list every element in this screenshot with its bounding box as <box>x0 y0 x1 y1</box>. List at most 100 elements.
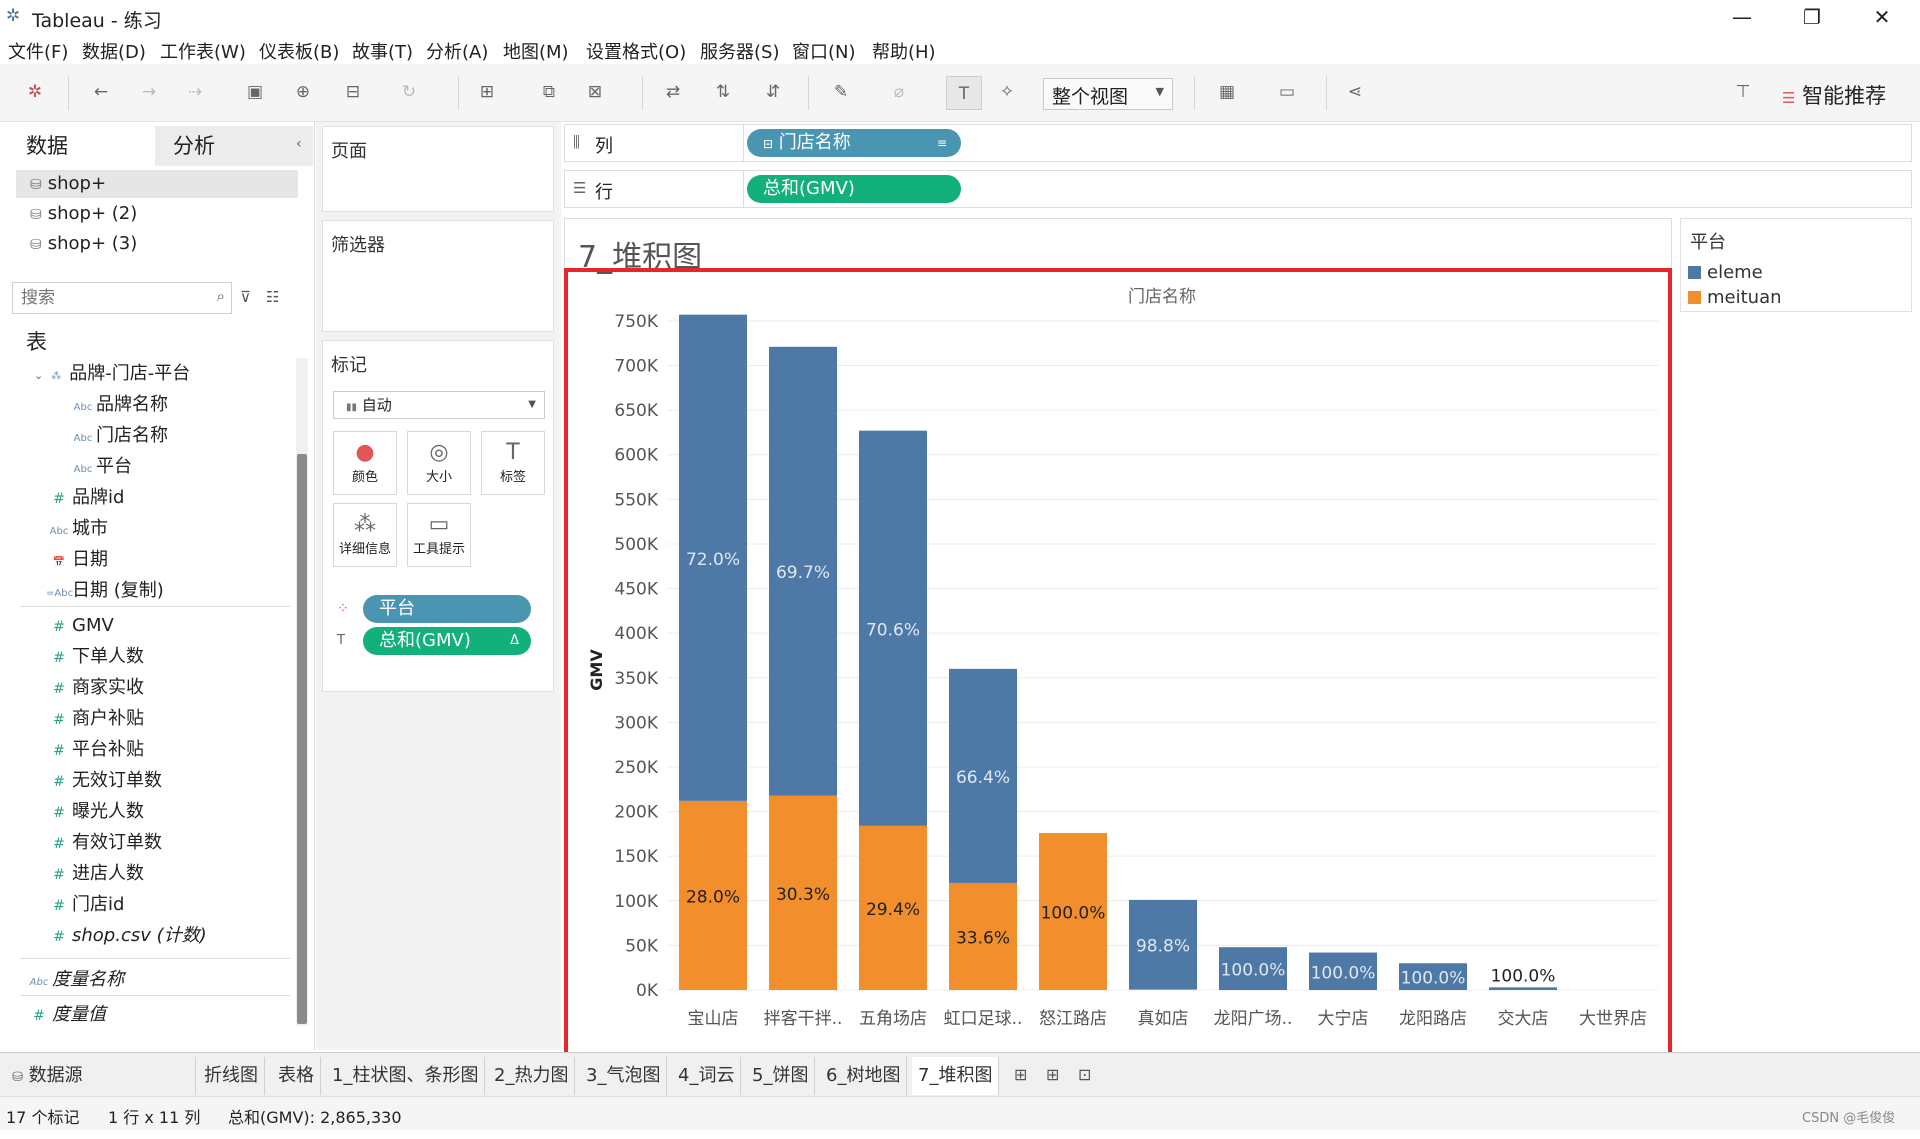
hierarchy-item[interactable]: ⌄ ⁂ 品牌-门店-平台 <box>34 360 190 388</box>
columns-shelf[interactable]: ⫼ 列 ⊟ 门店名称 ≡ <box>564 124 1912 162</box>
swap-icon[interactable]: ⇄ <box>662 81 684 103</box>
new-worksheet-icon[interactable]: ⊞ <box>476 81 498 103</box>
new-story-icon[interactable]: ⊡ <box>1078 1065 1091 1084</box>
color-platform-pill[interactable]: 平台 <box>363 595 531 623</box>
maximize-button[interactable]: ❐ <box>1782 2 1842 32</box>
detail-button[interactable]: ⁂ 详细信息 <box>333 503 397 567</box>
show-me-button[interactable]: ☰ 智能推荐 <box>1782 80 1886 110</box>
datasource-item[interactable]: ⛁ shop+ <box>16 170 298 198</box>
tab-sheet[interactable]: 5_饼图 <box>746 1057 816 1095</box>
measure-field-item[interactable]: # 平台补贴 <box>46 736 144 764</box>
menu-map[interactable]: 地图(M) <box>503 38 569 64</box>
clear-sheet-icon[interactable]: ⊠ <box>584 81 606 103</box>
view-mode-select[interactable]: 整个视图 ▼ <box>1043 78 1173 110</box>
new-dashboard-icon[interactable]: ⊞ <box>1046 1065 1059 1084</box>
presentation-icon[interactable]: ▭ <box>1276 81 1298 103</box>
tableau-home-icon[interactable]: ✲ <box>24 81 46 103</box>
measure-field-item[interactable]: # 无效订单数 <box>46 767 162 795</box>
menu-story[interactable]: 故事(T) <box>352 38 413 64</box>
pause-update-icon[interactable]: ⊟ <box>342 81 364 103</box>
field-item[interactable]: 📅 日期 <box>46 546 108 574</box>
menu-help[interactable]: 帮助(H) <box>872 38 936 64</box>
tab-sheet[interactable]: 3_气泡图 <box>580 1057 668 1095</box>
field-item[interactable]: # 品牌id <box>46 484 124 512</box>
redo-icon[interactable]: → <box>138 81 160 103</box>
measure-field-item[interactable]: # GMV <box>46 612 114 640</box>
sort-descending-icon[interactable]: ⇵ <box>762 81 784 103</box>
tab-sheet[interactable]: 4_词云 <box>672 1057 742 1095</box>
show-cards-icon[interactable]: ▦ <box>1216 81 1238 103</box>
measure-field-item[interactable]: # 商户补贴 <box>46 705 144 733</box>
refresh-icon[interactable]: ↻ <box>398 81 420 103</box>
menu-server[interactable]: 服务器(S) <box>700 38 779 64</box>
menu-file[interactable]: 文件(F) <box>8 38 68 64</box>
color-button[interactable]: ● 颜色 <box>333 431 397 495</box>
measure-field-item[interactable]: # 有效订单数 <box>46 829 162 857</box>
field-item[interactable]: =Abc日期 (复制) <box>46 577 164 605</box>
field-item[interactable]: Abc 城市 <box>46 515 108 543</box>
save-icon[interactable]: ▣ <box>244 81 266 103</box>
tab-sheet[interactable]: 1_柱状图、条形图 <box>326 1057 486 1095</box>
menu-dashboard[interactable]: 仪表板(B) <box>259 38 339 64</box>
field-item[interactable]: Abc 平台 <box>70 453 132 481</box>
menu-data[interactable]: 数据(D) <box>82 38 146 64</box>
size-button[interactable]: ◎ 大小 <box>407 431 471 495</box>
new-datasource-icon[interactable]: ⊕ <box>292 81 314 103</box>
measure-field-item[interactable]: # 曝光人数 <box>46 798 144 826</box>
tab-analysis[interactable]: 分析 <box>155 126 313 166</box>
tooltip-button[interactable]: ▭ 工具提示 <box>407 503 471 567</box>
rows-shelf[interactable]: ☰ 行 总和(GMV) <box>564 170 1912 208</box>
close-button[interactable]: ✕ <box>1852 2 1912 32</box>
menu-window[interactable]: 窗口(N) <box>792 38 856 64</box>
minimize-button[interactable]: — <box>1712 2 1772 32</box>
measure-field-item[interactable]: # 门店id <box>46 891 124 919</box>
field-item[interactable]: Abc 度量名称 <box>26 966 124 994</box>
measure-field-item[interactable]: # shop.csv (计数) <box>46 922 207 950</box>
group-icon[interactable]: ⌀ <box>888 81 910 103</box>
view-options-icon[interactable]: ☷ <box>266 288 279 306</box>
field-item[interactable]: Abc 门店名称 <box>70 422 168 450</box>
show-labels-icon[interactable]: T <box>946 76 982 110</box>
field-name: 商家实收 <box>72 677 144 698</box>
pin-axes-icon[interactable]: ✧ <box>996 81 1018 103</box>
measure-field-item[interactable]: # 进店人数 <box>46 860 144 888</box>
label-gmv-pill[interactable]: 总和(GMV) Δ <box>363 627 531 655</box>
datasource-item[interactable]: ⛁ shop+ (2) <box>16 200 298 228</box>
tab-sheet[interactable]: 表格 <box>272 1057 321 1095</box>
tab-datasource[interactable]: ⛁ 数据源 <box>6 1057 196 1095</box>
filter-icon[interactable]: ⊽ <box>240 288 251 306</box>
sort-ascending-icon[interactable]: ⇅ <box>712 81 734 103</box>
menu-format[interactable]: 设置格式(O) <box>586 38 686 64</box>
field-item[interactable]: # 度量值 <box>26 1001 106 1029</box>
menu-worksheet[interactable]: 工作表(W) <box>160 38 246 64</box>
mark-type-select[interactable]: ▮▮ 自动 ▼ <box>333 391 545 419</box>
share-icon[interactable]: ⋖ <box>1344 81 1366 103</box>
collapse-pane-icon[interactable]: ‹ <box>296 136 302 152</box>
search-input[interactable] <box>13 283 203 313</box>
measure-field-item[interactable]: # 下单人数 <box>46 643 144 671</box>
highlight-icon[interactable]: ✎ <box>830 81 852 103</box>
menu-analysis[interactable]: 分析(A) <box>426 38 488 64</box>
measure-field-item[interactable]: # 商家实收 <box>46 674 144 702</box>
field-item[interactable]: Abc 品牌名称 <box>70 391 168 419</box>
replay-icon[interactable]: ⇢ <box>184 81 206 103</box>
format-painter-icon[interactable]: ⊤ <box>1732 81 1754 103</box>
filters-shelf[interactable]: 筛选器 <box>322 220 554 332</box>
tab-sheet[interactable]: 6_树地图 <box>820 1057 908 1095</box>
tab-sheet[interactable]: 2_热力图 <box>488 1057 576 1095</box>
tab-sheet-active[interactable]: 7_堆积图 <box>912 1057 1000 1095</box>
pages-shelf[interactable]: 页面 <box>322 126 554 212</box>
tab-data[interactable]: 数据 <box>0 126 155 166</box>
columns-store-pill[interactable]: ⊟ 门店名称 ≡ <box>747 129 961 157</box>
scrollbar-thumb[interactable] <box>297 454 307 1024</box>
label-button[interactable]: T 标签 <box>481 431 545 495</box>
legend-item-eleme[interactable]: eleme <box>1688 262 1763 283</box>
datasource-item[interactable]: ⛁ shop+ (3) <box>16 230 298 258</box>
new-worksheet-icon[interactable]: ⊞ <box>1014 1065 1027 1084</box>
scrollbar[interactable] <box>296 358 308 1026</box>
rows-gmv-pill[interactable]: 总和(GMV) <box>747 175 961 203</box>
duplicate-icon[interactable]: ⧉ <box>538 81 560 103</box>
tab-sheet[interactable]: 折线图 <box>198 1057 265 1095</box>
undo-icon[interactable]: ← <box>90 81 112 103</box>
legend-item-meituan[interactable]: meituan <box>1688 287 1782 308</box>
